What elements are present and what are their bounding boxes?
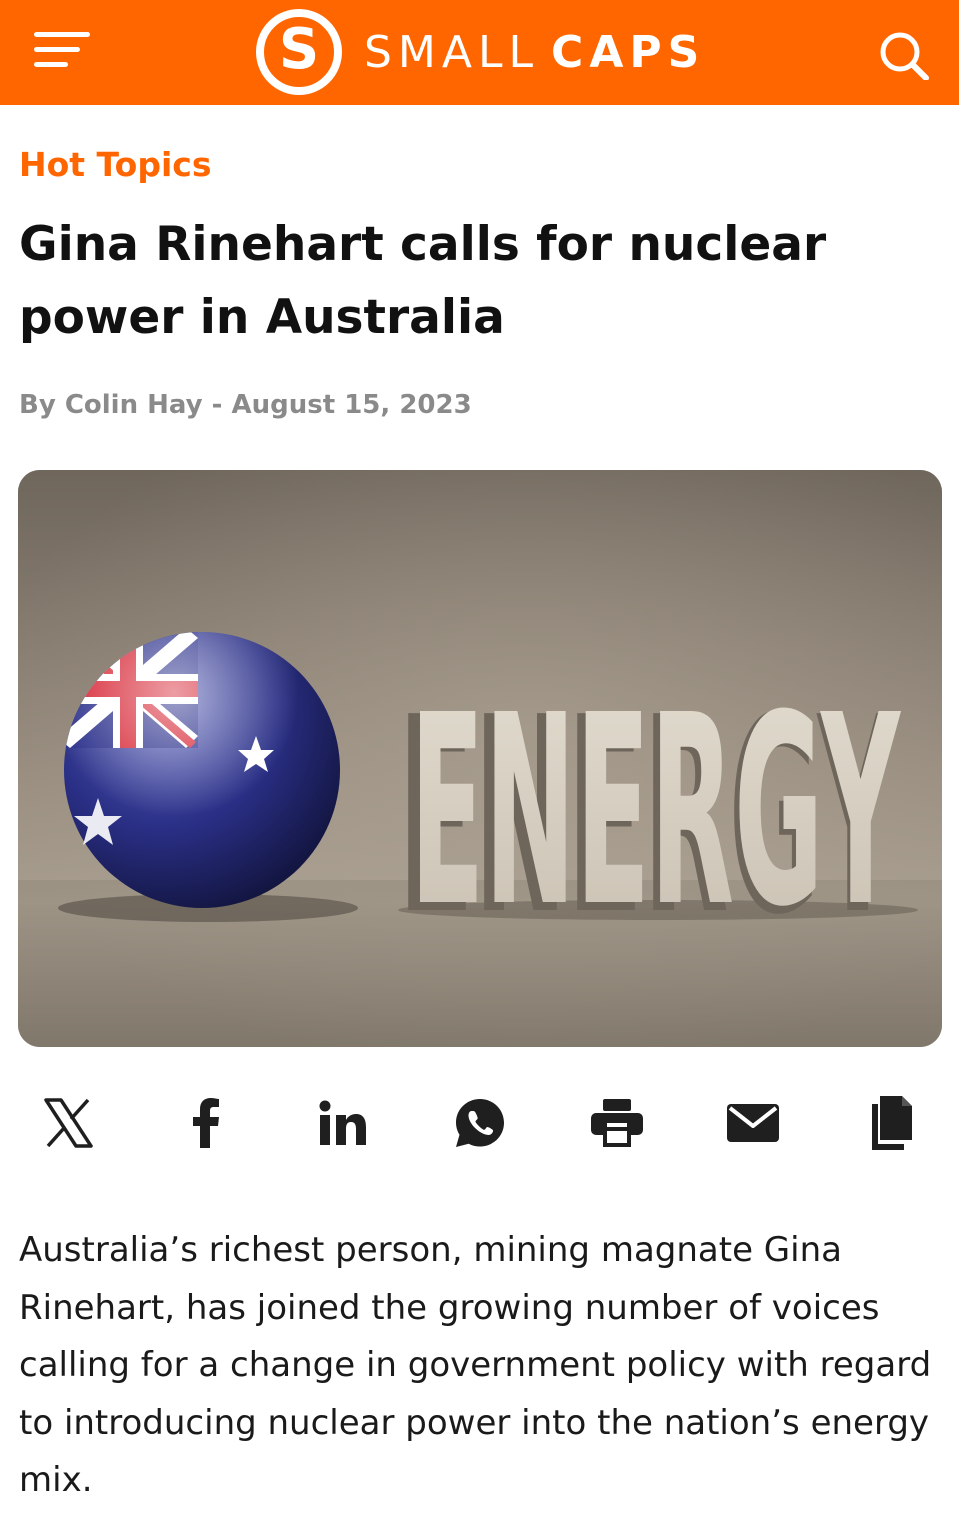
logo-wordmark: SMALL CAPS <box>364 27 705 78</box>
energy-sign-text: ENERGY <box>410 659 901 964</box>
article-byline: By Colin Hay - August 15, 2023 <box>19 390 472 420</box>
energy-sign: ENERGY ENERGY <box>398 659 901 974</box>
logo-word-small: SMALL <box>364 26 540 78</box>
article-headline: Gina Rinehart calls for nuclear power in… <box>19 217 827 345</box>
search-icon[interactable] <box>876 28 932 81</box>
logo-mark: S <box>256 9 342 95</box>
article-lede: Australia’s richest person, mining magna… <box>19 1230 932 1500</box>
facebook-icon[interactable] <box>176 1090 236 1156</box>
category-link[interactable]: Hot Topics <box>19 145 212 184</box>
site-logo[interactable]: S SMALL CAPS <box>256 6 705 98</box>
print-icon[interactable] <box>587 1090 647 1156</box>
hero-image: ENERGY ENERGY <box>18 470 942 1047</box>
hamburger-menu-icon[interactable] <box>34 30 92 70</box>
share-toolbar <box>0 1090 959 1160</box>
logo-word-caps: CAPS <box>551 26 706 78</box>
email-icon[interactable] <box>723 1090 783 1156</box>
whatsapp-icon[interactable] <box>450 1090 510 1156</box>
x-icon[interactable] <box>38 1090 98 1156</box>
copy-icon[interactable] <box>862 1090 922 1156</box>
site-header: S SMALL CAPS <box>0 0 959 105</box>
linkedin-icon[interactable] <box>313 1090 373 1156</box>
